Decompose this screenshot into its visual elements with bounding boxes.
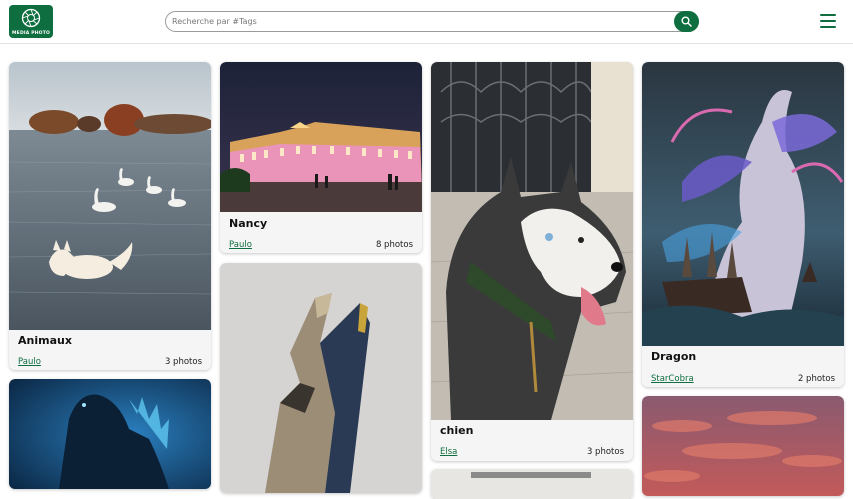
hamburger-menu-icon[interactable]	[820, 14, 836, 30]
logo-text: MEDIA PHOTO	[12, 31, 50, 36]
album-owner-link[interactable]: Elsa	[440, 447, 457, 457]
top-navigation-bar: MEDIA PHOTO	[0, 0, 853, 44]
media-photo-logo[interactable]: MEDIA PHOTO	[9, 5, 53, 38]
album-owner-link[interactable]: StarCobra	[651, 374, 694, 384]
album-cover-image[interactable]	[9, 62, 211, 330]
photo-count: 2 photos	[797, 374, 835, 384]
album-owner-link[interactable]: Paulo	[18, 357, 41, 367]
photo-count: 8 photos	[375, 240, 413, 250]
album-cover-image[interactable]	[642, 396, 844, 496]
album-card-godzilla[interactable]	[9, 379, 211, 489]
search-input[interactable]	[172, 14, 672, 29]
album-cover-image[interactable]	[9, 379, 211, 489]
album-card-sculpture[interactable]	[220, 263, 422, 493]
album-owner-link[interactable]: Paulo	[229, 240, 252, 250]
photo-count: 3 photos	[586, 447, 624, 457]
album-title: Animaux	[18, 334, 72, 347]
search-bar	[165, 11, 699, 32]
search-icon	[681, 16, 692, 27]
album-card-next[interactable]	[431, 469, 633, 499]
album-card-chien[interactable]: chien Elsa 3 photos	[431, 62, 633, 461]
album-title: Nancy	[229, 217, 268, 230]
album-cover-image[interactable]	[220, 62, 422, 212]
album-card-nancy[interactable]: Nancy Paulo 8 photos	[220, 62, 422, 253]
camera-aperture-icon	[21, 8, 41, 28]
album-card-animaux[interactable]: Animaux Paulo 3 photos	[9, 62, 211, 370]
album-cover-image[interactable]	[642, 62, 844, 346]
album-card-sunset[interactable]	[642, 396, 844, 496]
album-cover-image[interactable]	[431, 62, 633, 420]
album-title: chien	[440, 424, 474, 437]
album-cover-image[interactable]	[431, 469, 633, 499]
album-cover-image[interactable]	[220, 263, 422, 493]
search-button[interactable]	[674, 11, 699, 32]
album-title: Dragon	[651, 350, 697, 363]
photo-count: 3 photos	[164, 357, 202, 367]
album-card-dragon[interactable]: Dragon StarCobra 2 photos	[642, 62, 844, 387]
